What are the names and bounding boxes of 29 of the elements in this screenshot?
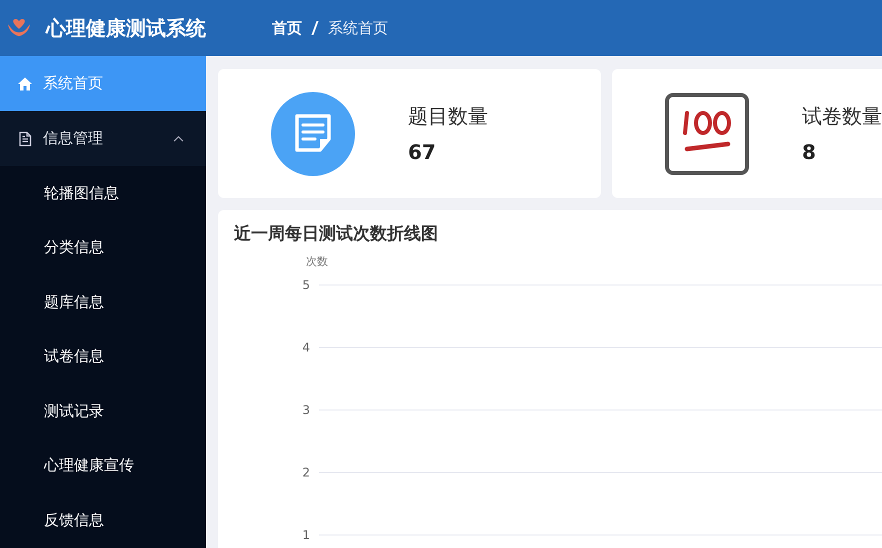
axis-tick: 5 <box>302 278 310 292</box>
submenu-item[interactable]: 测试记录 <box>0 384 206 438</box>
stat-label: 题目数量 <box>408 103 488 130</box>
chevron-up-icon <box>173 135 184 142</box>
axis-tick: 1 <box>302 528 310 542</box>
axis-tick: 2 <box>302 466 310 480</box>
submenu-item[interactable]: 心理健康宣传 <box>0 438 206 493</box>
chart-title: 近一周每日测试次数折线图 <box>234 223 439 245</box>
stat-value: 8 <box>802 140 817 164</box>
submenu-item[interactable]: 试卷信息 <box>0 330 206 384</box>
breadcrumb-item[interactable]: 首页 <box>272 18 302 38</box>
submenu-item[interactable]: 题库信息 <box>0 275 206 330</box>
app-title: 心理健康测试系统 <box>46 14 207 42</box>
stat-value: 67 <box>408 140 437 164</box>
submenu-item[interactable]: 分类信息 <box>0 220 206 275</box>
axis-tick: 4 <box>302 340 310 354</box>
breadcrumb-separator <box>311 21 319 35</box>
axis-tick: 3 <box>302 403 310 417</box>
axis-label: 次数 <box>306 255 328 268</box>
document-icon <box>17 130 33 146</box>
heart-hands-logo-icon <box>6 17 32 39</box>
home-icon <box>17 76 33 92</box>
note-icon <box>271 92 355 176</box>
hundred-points-icon <box>665 92 749 174</box>
menu-group[interactable]: 信息管理 <box>0 111 206 166</box>
submenu-item[interactable]: 轮播图信息 <box>0 166 206 220</box>
stat-label: 试卷数量 <box>802 103 882 130</box>
breadcrumb-item: 系统首页 <box>328 18 388 38</box>
submenu-item[interactable]: 反馈信息 <box>0 493 206 548</box>
